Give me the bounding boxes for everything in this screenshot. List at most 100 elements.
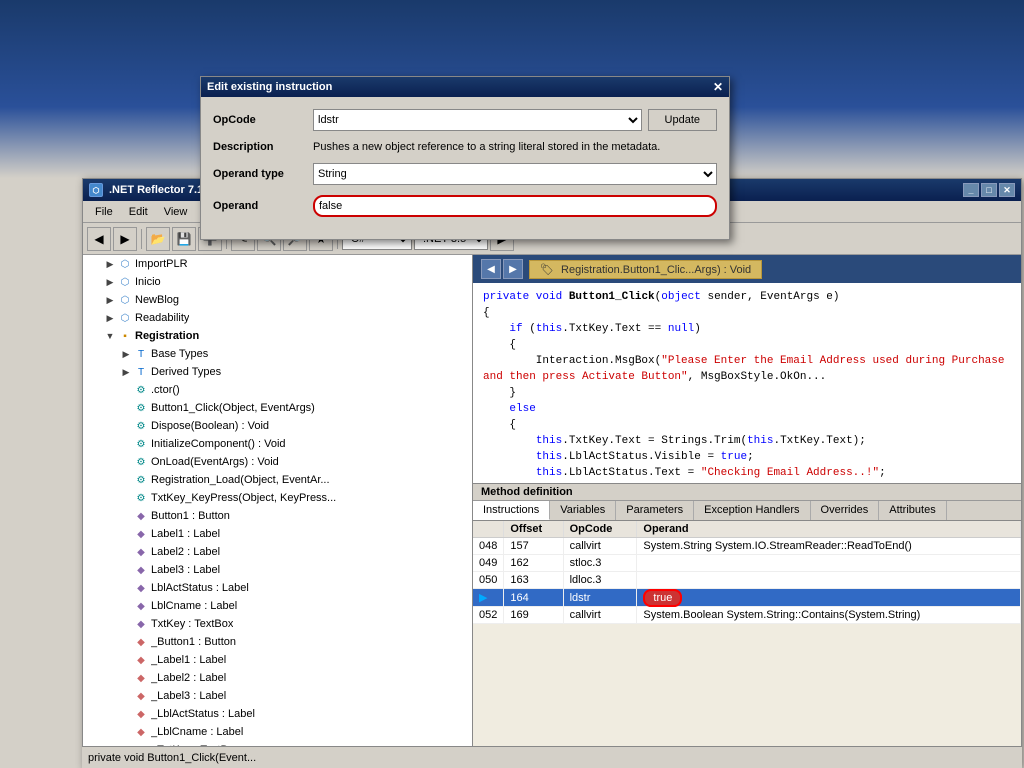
field-icon: ◆ [133, 526, 149, 542]
expander-ctor [119, 383, 133, 397]
instructions-panel: Method definition Instructions Variables… [473, 483, 1021, 624]
col-opcode-header: OpCode [563, 521, 637, 538]
method-icon: ⚙ [133, 400, 149, 416]
tree-label: Label1 : Label [151, 528, 220, 540]
tree-item-importplr[interactable]: ▶ ⬡ ImportPLR [83, 255, 472, 273]
menu-edit[interactable]: Edit [121, 204, 156, 220]
row-operand [637, 572, 1021, 589]
expander-field-label3 [119, 563, 133, 577]
expander-label2-priv [119, 671, 133, 685]
tab-attributes[interactable]: Attributes [879, 501, 946, 520]
right-panel: ◀ ▶ 🏷 Registration.Button1_Clic...Args) … [473, 255, 1021, 767]
row-offset: 164 [504, 589, 563, 607]
maximize-button[interactable]: □ [981, 183, 997, 197]
code-line-3: if (this.TxtKey.Text == null) [483, 321, 1011, 337]
description-control: Pushes a new object reference to a strin… [313, 141, 717, 153]
tree-item-lblactstatus-priv[interactable]: ◆ _LblActStatus : Label [83, 705, 472, 723]
tree-item-initialize[interactable]: ⚙ InitializeComponent() : Void [83, 435, 472, 453]
table-row[interactable]: 048 157 callvirt System.String System.IO… [473, 538, 1021, 555]
open-button[interactable]: 📂 [146, 227, 170, 251]
tree-item-registration[interactable]: ▼ ▪ Registration [83, 327, 472, 345]
tree-item-txtkey[interactable]: ⚙ TxtKey_KeyPress(Object, KeyPress... [83, 489, 472, 507]
minimize-button[interactable]: _ [963, 183, 979, 197]
field-icon: ◆ [133, 580, 149, 596]
content-area: ▶ ⬡ ImportPLR ▶ ⬡ Inicio ▶ ⬡ NewBlog ▶ ⬡ [83, 255, 1021, 767]
expander-label1-priv [119, 653, 133, 667]
type-icon: T [133, 364, 149, 380]
method-icon: ⚙ [133, 418, 149, 434]
tree-item-lblcname[interactable]: ◆ LblCname : Label [83, 597, 472, 615]
opcode-label: OpCode [213, 114, 313, 126]
expander-base-types: ▶ [119, 347, 133, 361]
dialog-close-button[interactable]: ✕ [713, 80, 723, 94]
tab-parameters[interactable]: Parameters [616, 501, 694, 520]
tree-item-lblactstatus[interactable]: ◆ LblActStatus : Label [83, 579, 472, 597]
tree-item-dispose[interactable]: ⚙ Dispose(Boolean) : Void [83, 417, 472, 435]
tree-item-label1-priv[interactable]: ◆ _Label1 : Label [83, 651, 472, 669]
close-button[interactable]: ✕ [999, 183, 1015, 197]
menu-file[interactable]: File [87, 204, 121, 220]
namespace-icon: ⬡ [117, 256, 133, 272]
expander-dispose [119, 419, 133, 433]
operand-input[interactable] [313, 195, 717, 217]
tree-container[interactable]: ▶ ⬡ ImportPLR ▶ ⬡ Inicio ▶ ⬡ NewBlog ▶ ⬡ [83, 255, 472, 755]
tree-item-txtkey-field[interactable]: ◆ TxtKey : TextBox [83, 615, 472, 633]
tree-item-field-label2[interactable]: ◆ Label2 : Label [83, 543, 472, 561]
tree-label: Label3 : Label [151, 564, 220, 576]
row-opcode: callvirt [563, 538, 637, 555]
save-button[interactable]: 💾 [172, 227, 196, 251]
field-icon: ◆ [133, 724, 149, 740]
field-icon: ◆ [133, 706, 149, 722]
expander-field-label1 [119, 527, 133, 541]
instructions-table: Offset OpCode Operand 048 157 callvirt S… [473, 521, 1021, 624]
tree-label: _Label1 : Label [151, 654, 226, 666]
tree-item-field-button1[interactable]: ◆ Button1 : Button [83, 507, 472, 525]
row-num: 050 [473, 572, 504, 589]
class-icon: ▪ [117, 328, 133, 344]
table-row-selected[interactable]: ▶ 164 ldstr true [473, 589, 1021, 607]
tree-item-onload[interactable]: ⚙ OnLoad(EventArgs) : Void [83, 453, 472, 471]
forward-button[interactable]: ▶ [113, 227, 137, 251]
tab-overrides[interactable]: Overrides [811, 501, 880, 520]
table-row[interactable]: 050 163 ldloc.3 [473, 572, 1021, 589]
instructions-header: Method definition [473, 484, 1021, 501]
tree-item-button1click[interactable]: ⚙ Button1_Click(Object, EventArgs) [83, 399, 472, 417]
tab-variables[interactable]: Variables [550, 501, 616, 520]
col-offset-header: Offset [504, 521, 563, 538]
tree-item-field-label1[interactable]: ◆ Label1 : Label [83, 525, 472, 543]
tab-exception-handlers[interactable]: Exception Handlers [694, 501, 810, 520]
tree-item-label2-priv[interactable]: ◆ _Label2 : Label [83, 669, 472, 687]
tree-item-newblog[interactable]: ▶ ⬡ NewBlog [83, 291, 472, 309]
back-button[interactable]: ◀ [87, 227, 111, 251]
tree-label: _Label3 : Label [151, 690, 226, 702]
tree-item-base-types[interactable]: ▶ T Base Types [83, 345, 472, 363]
tree-item-derived-types[interactable]: ▶ T Derived Types [83, 363, 472, 381]
dialog-title: Edit existing instruction [207, 81, 332, 93]
row-opcode: ldloc.3 [563, 572, 637, 589]
operand-type-select[interactable]: String [313, 163, 717, 185]
tree-item-regload[interactable]: ⚙ Registration_Load(Object, EventAr... [83, 471, 472, 489]
table-row[interactable]: 049 162 stloc.3 [473, 555, 1021, 572]
row-num: 052 [473, 607, 504, 624]
code-forward-button[interactable]: ▶ [503, 259, 523, 279]
tab-instructions[interactable]: Instructions [473, 501, 550, 520]
expander-inicio: ▶ [103, 275, 117, 289]
tree-item-readability[interactable]: ▶ ⬡ Readability [83, 309, 472, 327]
code-tab-item[interactable]: 🏷 Registration.Button1_Clic...Args) : Vo… [529, 260, 762, 279]
expander-readability: ▶ [103, 311, 117, 325]
update-button[interactable]: Update [648, 109, 717, 131]
tree-item-field-label3[interactable]: ◆ Label3 : Label [83, 561, 472, 579]
opcode-select[interactable]: ldstr [313, 109, 642, 131]
row-operand [637, 555, 1021, 572]
code-back-button[interactable]: ◀ [481, 259, 501, 279]
table-row[interactable]: 052 169 callvirt System.Boolean System.S… [473, 607, 1021, 624]
tree-item-ctor[interactable]: ⚙ .ctor() [83, 381, 472, 399]
tree-item-label3-priv[interactable]: ◆ _Label3 : Label [83, 687, 472, 705]
tree-item-lblcname-priv[interactable]: ◆ _LblCname : Label [83, 723, 472, 741]
tree-item-button1-priv[interactable]: ◆ _Button1 : Button [83, 633, 472, 651]
code-nav-arrows: ◀ ▶ [481, 259, 523, 279]
status-text: private void Button1_Click(Event... [88, 752, 256, 764]
menu-view[interactable]: View [156, 204, 196, 220]
tree-label: _LblActStatus : Label [151, 708, 255, 720]
tree-item-inicio[interactable]: ▶ ⬡ Inicio [83, 273, 472, 291]
